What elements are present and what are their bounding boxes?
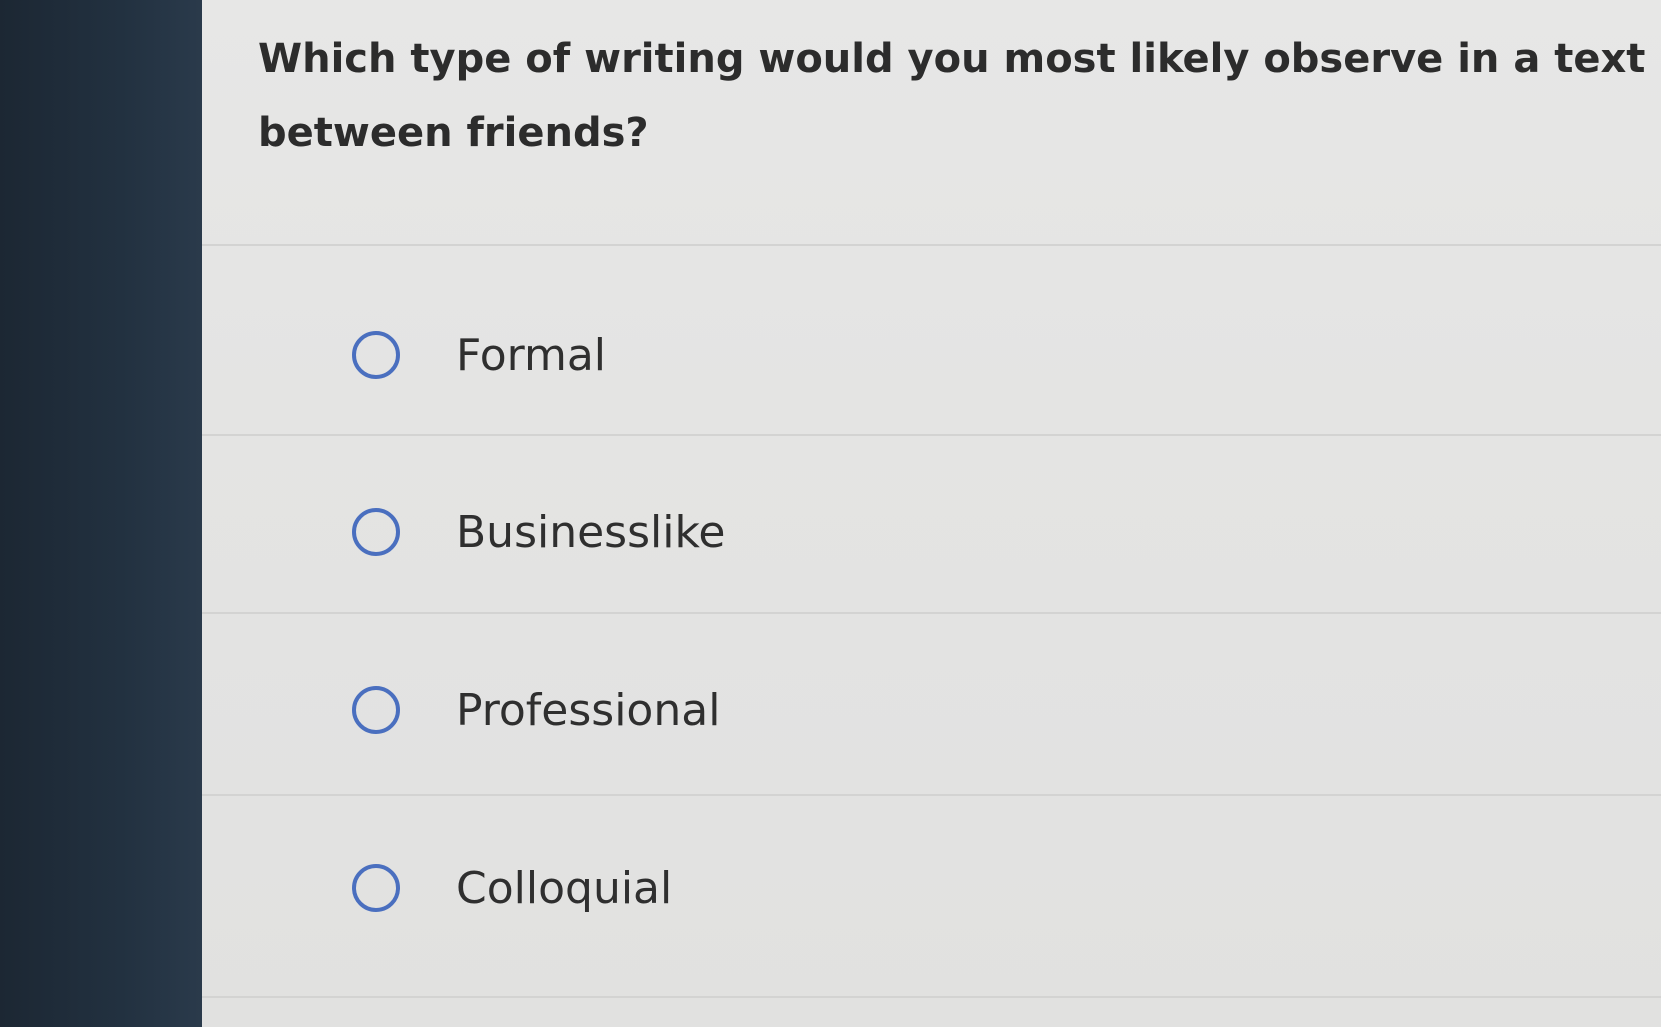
divider: [202, 244, 1661, 246]
radio-button[interactable]: [352, 864, 400, 912]
divider: [202, 434, 1661, 436]
radio-button[interactable]: [352, 508, 400, 556]
answer-option-label: Formal: [456, 329, 607, 381]
divider: [202, 794, 1661, 796]
answer-option-professional[interactable]: Professional: [352, 680, 720, 740]
radio-button[interactable]: [352, 686, 400, 734]
question-line-2: between friends?: [258, 110, 649, 156]
answer-option-businesslike[interactable]: Businesslike: [352, 502, 725, 562]
answer-option-label: Colloquial: [456, 862, 673, 914]
left-sidebar: [0, 0, 202, 1027]
question-line-1: Which type of writing would you most lik…: [258, 36, 1661, 82]
divider: [202, 996, 1661, 998]
question-text: Which type of writing would you most lik…: [258, 22, 1661, 170]
answer-option-formal[interactable]: Formal: [352, 325, 606, 385]
radio-button[interactable]: [352, 331, 400, 379]
answer-option-colloquial[interactable]: Colloquial: [352, 858, 672, 918]
answer-option-label: Businesslike: [456, 506, 726, 558]
divider: [202, 612, 1661, 614]
answer-option-label: Professional: [456, 684, 721, 736]
quiz-screen: Which type of writing would you most lik…: [0, 0, 1661, 1027]
